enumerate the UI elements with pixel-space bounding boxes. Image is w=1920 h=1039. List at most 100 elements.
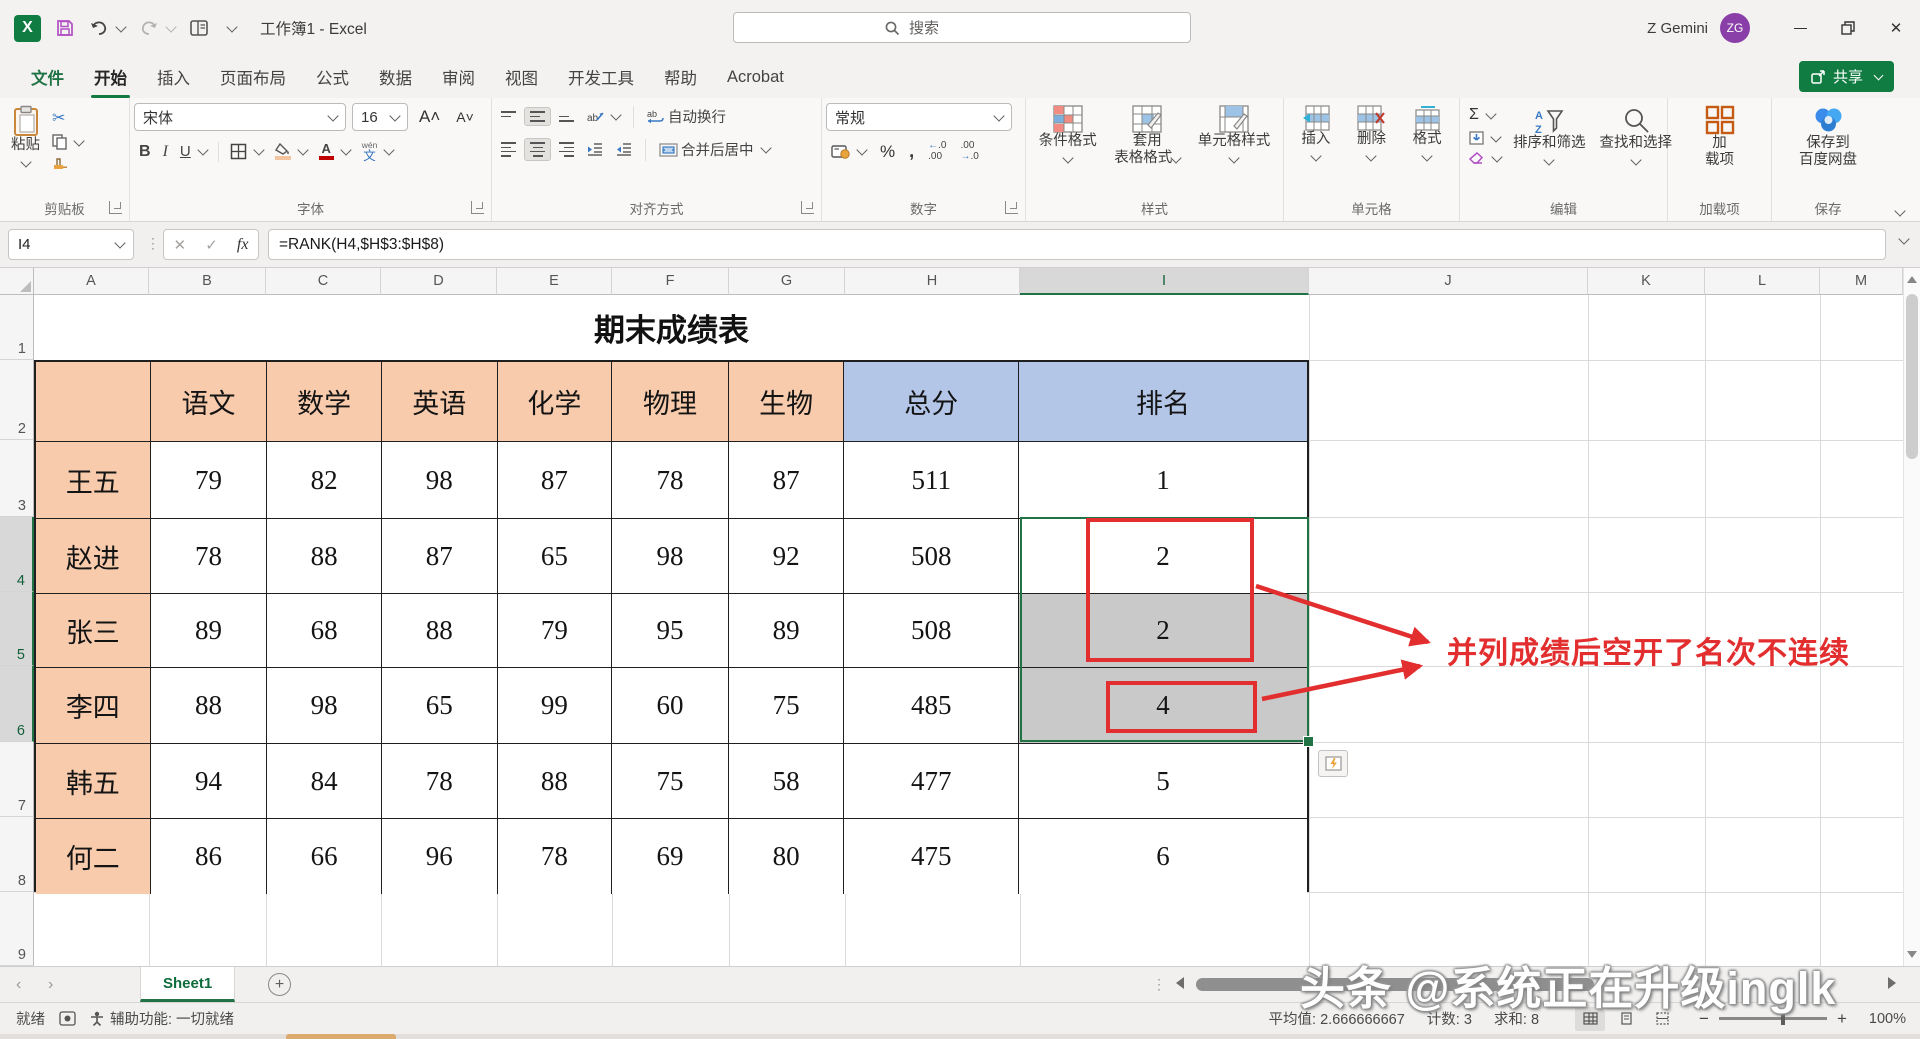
fill-handle[interactable] (1303, 736, 1314, 747)
cell-I3[interactable]: 1 (1019, 442, 1307, 519)
cell-B4[interactable]: 78 (151, 519, 268, 594)
row-header-6[interactable]: 6 (0, 666, 34, 742)
align-top-button[interactable] (496, 108, 521, 124)
cell-C8[interactable]: 66 (267, 819, 382, 894)
row-header-8[interactable]: 8 (0, 817, 34, 892)
cell-D4[interactable]: 87 (382, 519, 498, 594)
cell-E3[interactable]: 87 (498, 442, 613, 519)
cell-A8[interactable]: 何二 (36, 819, 151, 894)
insert-function-icon[interactable]: fx (237, 236, 249, 254)
align-right-button[interactable] (554, 139, 579, 159)
underline-button[interactable]: U (175, 140, 212, 163)
cell-C4[interactable]: 88 (267, 519, 382, 594)
name-box[interactable]: I4 (8, 229, 134, 260)
row-header-7[interactable]: 7 (0, 742, 34, 817)
macro-record-icon[interactable] (59, 1011, 76, 1026)
cell-I6[interactable]: 4 (1019, 668, 1307, 744)
enter-formula-icon[interactable]: ✓ (205, 236, 218, 254)
cell-G2[interactable]: 生物 (729, 362, 845, 442)
cell-B7[interactable]: 94 (151, 744, 268, 819)
close-button[interactable]: ✕ (1872, 0, 1920, 56)
cell-A6[interactable]: 李四 (36, 668, 151, 744)
sort-filter-button[interactable]: A Z 排序和筛选 (1506, 105, 1593, 166)
cell-C6[interactable]: 98 (267, 668, 382, 744)
cell-G4[interactable]: 92 (729, 519, 845, 594)
addins-button[interactable]: 加载项 (1697, 103, 1743, 171)
cell-D2[interactable]: 英语 (382, 362, 498, 442)
format-as-table-button[interactable]: 套用表格格式 (1107, 103, 1187, 169)
row-header-1[interactable]: 1 (0, 295, 34, 360)
copy-button[interactable] (47, 131, 88, 153)
cell-B2[interactable]: 语文 (151, 362, 268, 442)
hscroll-left-icon[interactable] (1176, 977, 1184, 989)
fill-color-button[interactable] (270, 140, 312, 163)
decrease-decimal-button[interactable]: .00→.0 (955, 138, 983, 165)
number-format-select[interactable]: 常规 (826, 103, 1012, 131)
row-header-3[interactable]: 3 (0, 440, 34, 517)
cell-G3[interactable]: 87 (729, 442, 845, 519)
percent-style-button[interactable]: % (875, 139, 900, 165)
minimize-button[interactable] (1776, 0, 1824, 56)
ribbon-tab-developer[interactable]: 开发工具 (553, 56, 649, 98)
align-center-button[interactable] (524, 138, 551, 160)
cell-E6[interactable]: 99 (498, 668, 613, 744)
increase-indent-button[interactable] (611, 140, 637, 159)
font-color-button[interactable]: A (314, 140, 355, 163)
zoom-in-button[interactable]: + (1837, 1009, 1847, 1029)
cell-A2[interactable] (36, 362, 151, 442)
ribbon-tab-page-layout[interactable]: 页面布局 (205, 56, 301, 98)
cell-H2[interactable]: 总分 (844, 362, 1018, 442)
scroll-down-icon[interactable] (1907, 951, 1917, 958)
vertical-scroll-thumb[interactable] (1906, 294, 1918, 459)
number-dialog-launcher[interactable] (1005, 201, 1018, 214)
cell-H6[interactable]: 485 (844, 668, 1018, 744)
cell-H4[interactable]: 508 (844, 519, 1018, 594)
cell-F7[interactable]: 75 (612, 744, 729, 819)
cell-F2[interactable]: 物理 (612, 362, 729, 442)
ribbon-tab-home[interactable]: 开始 (79, 56, 142, 98)
prev-sheet-icon[interactable]: ‹ (16, 976, 21, 994)
scroll-up-icon[interactable] (1907, 276, 1917, 283)
cell-H3[interactable]: 511 (844, 442, 1018, 519)
cell-H7[interactable]: 477 (844, 744, 1018, 819)
cell-I2[interactable]: 排名 (1019, 362, 1307, 442)
hscroll-right-icon[interactable] (1888, 977, 1896, 989)
paste-button[interactable]: 粘贴 (4, 103, 47, 168)
cell-E2[interactable]: 化学 (498, 362, 613, 442)
cell-F3[interactable]: 78 (612, 442, 729, 519)
ribbon-tab-help[interactable]: 帮助 (649, 56, 712, 98)
column-header-C[interactable]: C (266, 268, 381, 295)
align-middle-button[interactable] (524, 107, 551, 125)
cell-D5[interactable]: 88 (382, 594, 498, 668)
cell-B5[interactable]: 89 (151, 594, 268, 668)
column-header-B[interactable]: B (149, 268, 266, 295)
accounting-format-button[interactable] (826, 141, 871, 162)
cell-E8[interactable]: 78 (498, 819, 613, 894)
vertical-scrollbar[interactable] (1903, 268, 1920, 966)
row-header-2[interactable]: 2 (0, 360, 34, 440)
cell-G6[interactable]: 75 (729, 668, 845, 744)
bold-button[interactable]: B (134, 140, 156, 164)
wrap-text-button[interactable]: ab 自动换行 (642, 103, 731, 130)
cell-B3[interactable]: 79 (151, 442, 268, 519)
cell-D6[interactable]: 65 (382, 668, 498, 744)
column-header-K[interactable]: K (1588, 268, 1705, 295)
cell-A4[interactable]: 赵进 (36, 519, 151, 594)
sheet-tab-sheet1[interactable]: Sheet1 (140, 967, 235, 1002)
format-cells-button[interactable]: 格式 (1406, 103, 1449, 162)
column-header-M[interactable]: M (1820, 268, 1903, 295)
alignment-dialog-launcher[interactable] (801, 201, 814, 214)
format-painter-button[interactable] (47, 153, 88, 174)
redo-button[interactable] (139, 19, 175, 37)
cell-G8[interactable]: 80 (729, 819, 845, 894)
font-size-select[interactable]: 16 (352, 103, 408, 131)
clipboard-dialog-launcher[interactable] (109, 201, 122, 214)
ribbon-tab-acrobat[interactable]: Acrobat (712, 56, 799, 98)
collapse-ribbon-chevron-icon[interactable] (1894, 205, 1905, 216)
cell-C7[interactable]: 84 (267, 744, 382, 819)
cell-D8[interactable]: 96 (382, 819, 498, 894)
cell-B6[interactable]: 88 (151, 668, 268, 744)
formula-bar-drag-dots[interactable]: ⋮ (146, 235, 160, 252)
column-header-J[interactable]: J (1309, 268, 1588, 295)
ribbon-tab-view[interactable]: 视图 (490, 56, 553, 98)
